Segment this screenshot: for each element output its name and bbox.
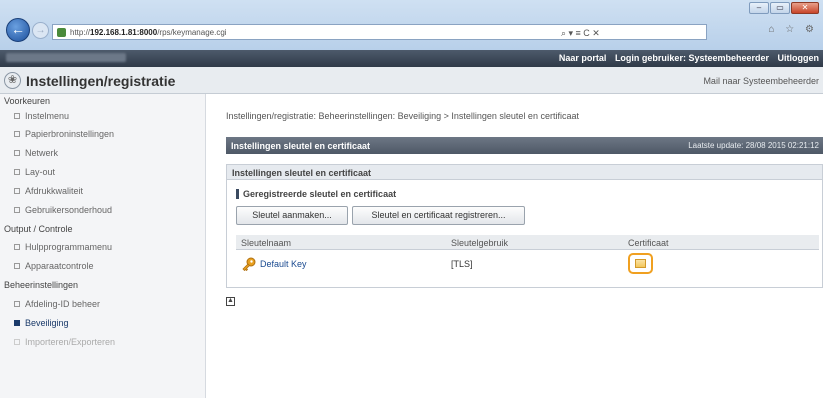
sidebar-item-instelmenu[interactable]: Instelmenu [14, 111, 69, 121]
browser-chrome: – ▭ ✕ ← → http://192.168.1.81:8000/rps/k… [0, 0, 823, 50]
close-window-button[interactable]: ✕ [791, 2, 819, 14]
create-key-button[interactable]: Sleutel aanmaken... [236, 206, 348, 225]
breadcrumb: Instellingen/registratie: Beheerinstelli… [226, 111, 579, 121]
settings-panel: Instellingen sleutel en certificaat Gere… [226, 164, 823, 288]
scroll-top-icon[interactable]: ▲ [226, 297, 235, 306]
settings-logo-icon: ❀ [4, 72, 21, 89]
forward-arrow-icon[interactable]: → [32, 22, 49, 39]
sidebar-item-papierbron[interactable]: Papierbroninstellingen [14, 129, 114, 139]
page-header: Instellingen sleutel en certificaat Laat… [226, 137, 823, 154]
col-key-name: Sleutelnaam [241, 238, 292, 248]
top-links: Naar portal Login gebruiker: Systeembehe… [553, 53, 819, 63]
sidebar-item-apparaatcontrole[interactable]: Apparaatcontrole [14, 261, 94, 271]
site-icon [57, 28, 66, 37]
minimize-button[interactable]: – [749, 2, 769, 14]
address-bar-tools[interactable]: ⌕ ▾ ≡ C ✕ [561, 28, 600, 39]
sidebar-item-importeren-exporteren[interactable]: Importeren/Exporteren [14, 337, 115, 347]
sidebar-item-gebruikersonderhoud[interactable]: Gebruikersonderhoud [14, 205, 112, 215]
sidebar-item-hulpprogrammamenu[interactable]: Hulpprogrammamenu [14, 242, 112, 252]
portal-link[interactable]: Naar portal [559, 53, 607, 63]
logout-link[interactable]: Uitloggen [778, 53, 820, 63]
key-name-link[interactable]: Default Key [260, 259, 307, 269]
sidebar-item-lay-out[interactable]: Lay-out [14, 167, 55, 177]
browser-toolbar-icons[interactable]: ⌂ ☆ ⚙ [768, 24, 818, 35]
last-update-text: Laatste update: 28/08 2015 02:21:12 [688, 141, 819, 150]
mail-admin-link[interactable]: Mail naar Systeembeheerder [703, 76, 819, 86]
sidebar-heading: Beheerinstellingen [4, 280, 79, 290]
sidebar: Voorkeuren Instelmenu Papierbroninstelli… [0, 94, 206, 398]
page-header-title: Instellingen sleutel en certificaat [231, 141, 371, 151]
sidebar-heading: Output / Controle [4, 224, 73, 234]
table-row: Default Key [TLS] [236, 251, 819, 279]
sidebar-heading: Voorkeuren [4, 96, 51, 106]
sidebar-item-afdeling-id[interactable]: Afdeling-ID beheer [14, 299, 100, 309]
panel-title: Instellingen sleutel en certificaat [227, 165, 822, 180]
sidebar-item-netwerk[interactable]: Netwerk [14, 148, 58, 158]
sidebar-item-beveiliging[interactable]: Beveiliging [14, 318, 69, 328]
certificate-icon[interactable] [628, 253, 653, 274]
maximize-button[interactable]: ▭ [770, 2, 790, 14]
col-certificate: Certificaat [628, 238, 669, 248]
address-bar[interactable]: http://192.168.1.81:8000/rps/keymanage.c… [52, 24, 707, 40]
url-text: http://192.168.1.81:8000/rps/keymanage.c… [70, 28, 227, 37]
device-name-blurred [6, 53, 126, 62]
page-title: Instellingen/registratie [26, 73, 176, 89]
table-header: Sleutelnaam Sleutelgebruik Certificaat [236, 235, 819, 250]
title-bar: ❀ Instellingen/registratie Mail naar Sys… [0, 67, 823, 94]
main-content: Instellingen/registratie: Beheerinstelli… [207, 94, 823, 398]
col-key-usage: Sleutelgebruik [451, 238, 509, 248]
login-user-text: Login gebruiker: Systeembeheerder [614, 53, 769, 63]
back-arrow-icon[interactable]: ← [6, 18, 30, 42]
key-icon [242, 257, 256, 271]
key-usage-value: [TLS] [451, 259, 473, 269]
top-bar: Naar portal Login gebruiker: Systeembehe… [0, 50, 823, 67]
register-key-certificate-button[interactable]: Sleutel en certificaat registreren... [352, 206, 525, 225]
window-controls: – ▭ ✕ [749, 2, 819, 14]
section-title: Geregistreerde sleutel en certificaat [236, 189, 396, 199]
sidebar-item-afdrukkwaliteit[interactable]: Afdrukkwaliteit [14, 186, 83, 196]
